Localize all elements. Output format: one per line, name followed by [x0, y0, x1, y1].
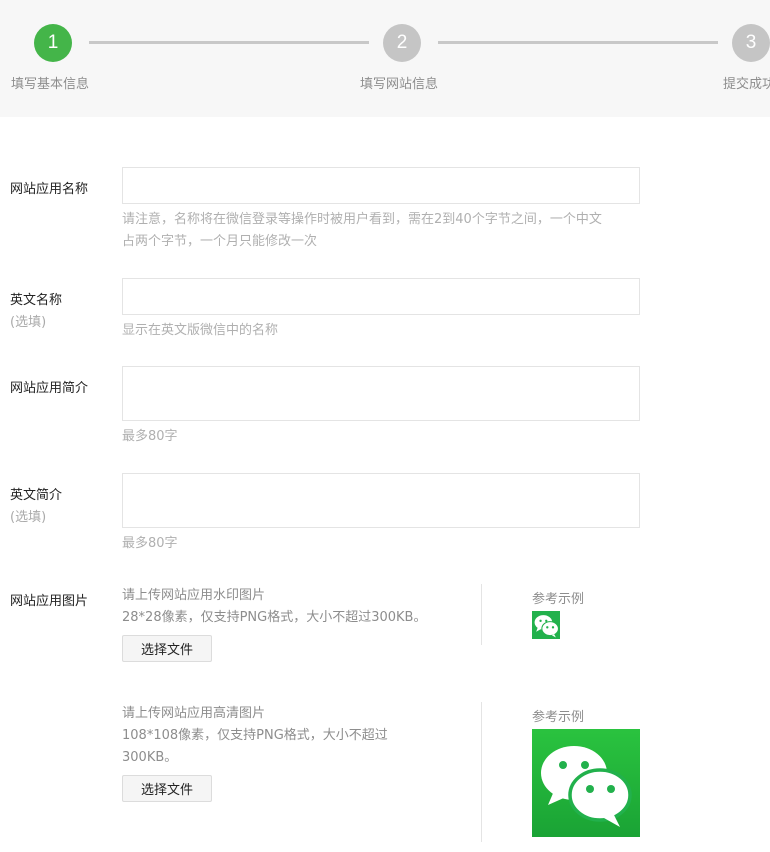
hd-upload-title: 请上传网站应用高清图片	[122, 706, 266, 721]
step-progress-bar: 1 2 3 填写基本信息 填写网站信息 提交成功	[0, 0, 770, 117]
english-name-hint: 显示在英文版微信中的名称	[122, 323, 279, 338]
wechat-logo-icon	[532, 729, 640, 837]
step-1-indicator: 1	[34, 24, 72, 62]
watermark-divider	[481, 584, 482, 645]
step-connector-2	[438, 41, 718, 44]
english-name-optional: (选填)	[10, 315, 47, 330]
step-2-indicator: 2	[383, 24, 421, 62]
app-image-label: 网站应用图片	[10, 594, 89, 609]
hd-upload-spec-line1: 108*108像素，仅支持PNG格式，大小不超过	[122, 728, 388, 743]
english-intro-hint: 最多80字	[122, 536, 178, 551]
watermark-reference-label: 参考示例	[532, 592, 585, 607]
watermark-upload-spec: 28*28像素，仅支持PNG格式，大小不超过300KB。	[122, 610, 427, 625]
app-name-input[interactable]	[122, 167, 640, 204]
step-3-indicator: 3	[732, 24, 770, 62]
hd-divider	[481, 702, 482, 842]
app-intro-label: 网站应用简介	[10, 381, 89, 396]
english-intro-label: 英文简介	[10, 488, 63, 503]
hd-reference-label: 参考示例	[532, 710, 585, 725]
step-3-label: 提交成功	[723, 77, 770, 92]
watermark-upload-title: 请上传网站应用水印图片	[122, 588, 266, 603]
app-intro-textarea[interactable]	[122, 366, 640, 421]
english-intro-textarea[interactable]	[122, 473, 640, 528]
english-name-input[interactable]	[122, 278, 640, 315]
wechat-logo-icon	[532, 611, 560, 639]
step-connector-1	[89, 41, 369, 44]
step-2-label: 填写网站信息	[360, 77, 439, 92]
english-name-label: 英文名称	[10, 293, 63, 308]
watermark-choose-file-button[interactable]: 选择文件	[122, 635, 212, 662]
app-name-hint-line2: 占两个字节，一个月只能修改一次	[122, 234, 318, 249]
app-name-hint-line1: 请注意，名称将在微信登录等操作时被用户看到，需在2到40个字节之间，一个中文	[122, 212, 602, 227]
app-name-label: 网站应用名称	[10, 182, 89, 197]
hd-upload-spec-line2: 300KB。	[122, 750, 178, 765]
hd-choose-file-button[interactable]: 选择文件	[122, 775, 212, 802]
step-1-label: 填写基本信息	[11, 77, 90, 92]
app-intro-hint: 最多80字	[122, 429, 178, 444]
english-intro-optional: (选填)	[10, 510, 47, 525]
